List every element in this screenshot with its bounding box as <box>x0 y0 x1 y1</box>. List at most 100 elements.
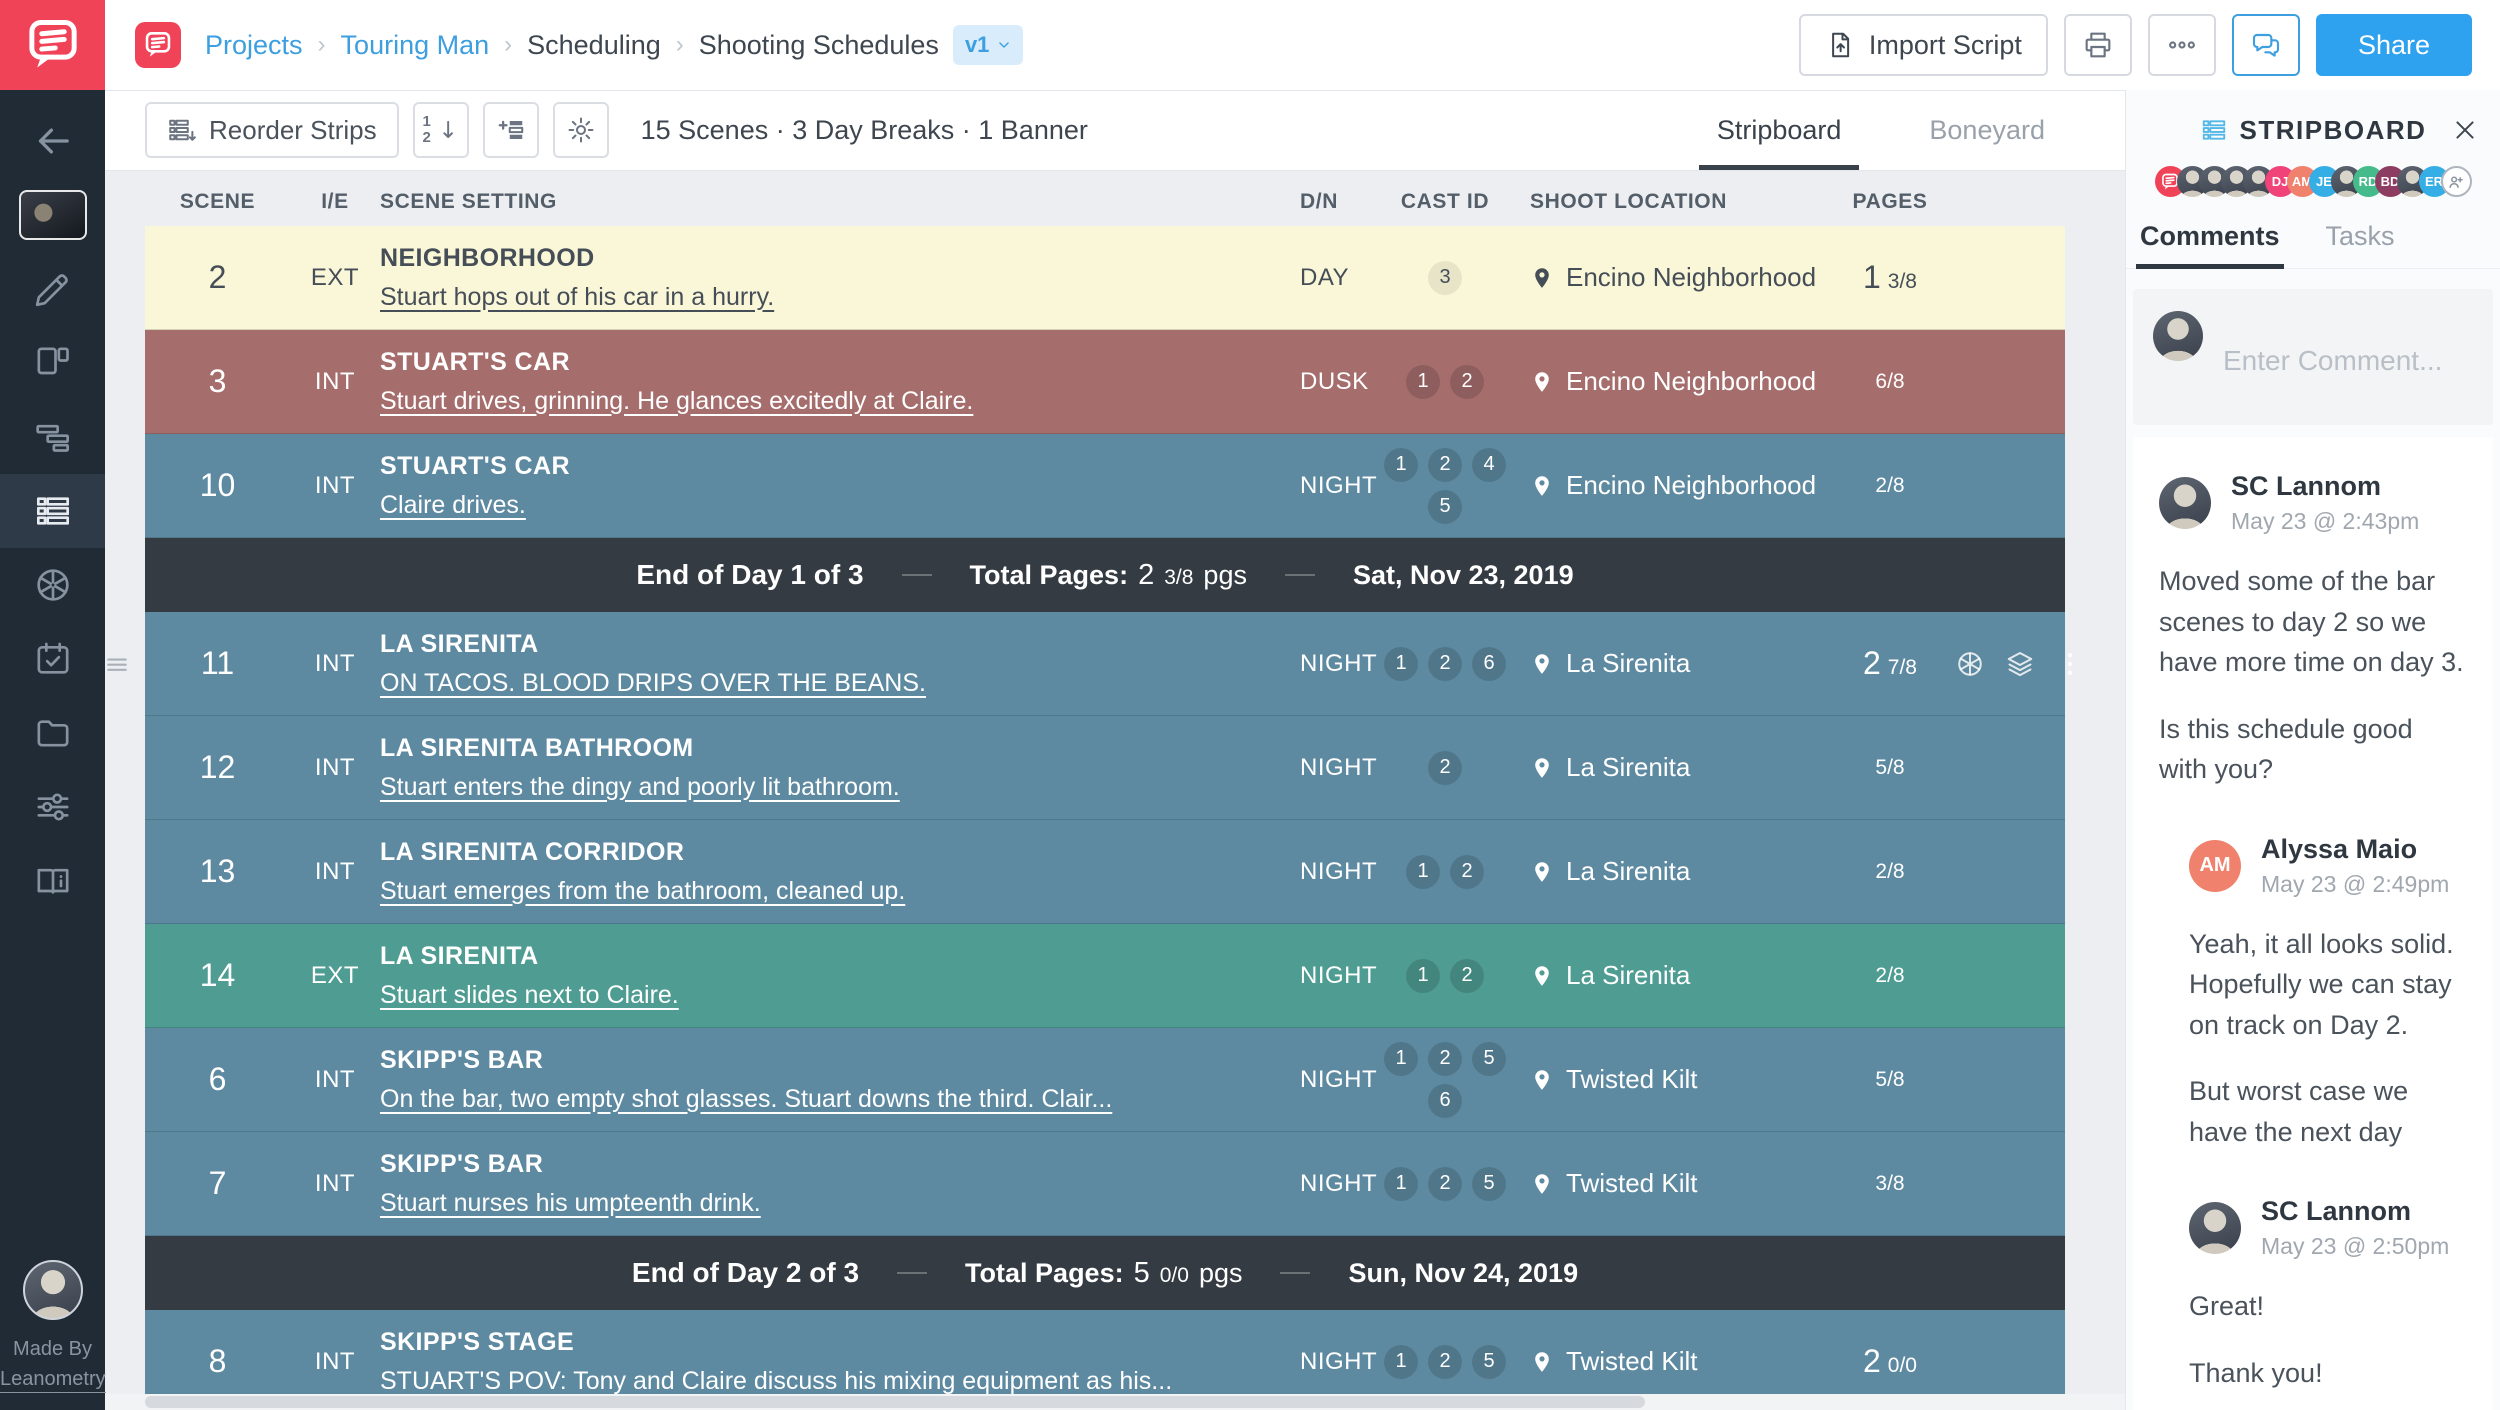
scene-strip-row[interactable]: 10INTSTUART'S CARClaire drives.NIGHT1245… <box>145 434 2065 538</box>
scene-int-ext: EXT <box>290 264 380 292</box>
reorder-strips-button[interactable]: Reorder Strips <box>145 102 399 158</box>
horizontal-scrollbar-thumb[interactable] <box>145 1396 1645 1408</box>
tab-stripboard[interactable]: Stripboard <box>1673 90 1886 170</box>
breadcrumb-item[interactable]: Scheduling <box>527 30 661 61</box>
stripboard-settings-button[interactable] <box>553 102 609 158</box>
comment-author-avatar <box>2189 1202 2241 1254</box>
cast-id-chip: 1 <box>1384 1042 1418 1076</box>
import-script-button[interactable]: Import Script <box>1799 14 2048 76</box>
drag-handle-icon[interactable] <box>105 650 131 678</box>
comment-paragraph: Yeah, it all looks solid. Hopefully we c… <box>2189 924 2467 1046</box>
shoot-location-name: La Sirenita <box>1566 960 1690 991</box>
scene-description-link[interactable]: Stuart drives, grinning. He glances exci… <box>380 387 973 416</box>
comment-input[interactable] <box>2221 311 2473 403</box>
cast-id-chip: 2 <box>1450 365 1484 399</box>
color-wheel-icon[interactable] <box>1955 649 1985 679</box>
column-header-scene-setting: SCENE SETTING <box>380 190 1255 214</box>
comment-body: Moved some of the bar scenes to day 2 so… <box>2159 561 2467 790</box>
scene-strip-row[interactable]: 2EXTNEIGHBORHOODStuart hops out of his c… <box>145 226 2065 330</box>
made-by-link[interactable]: Leanometry <box>0 1368 106 1393</box>
scene-day-night: NIGHT <box>1255 1170 1375 1198</box>
scene-strip-row[interactable]: 7INTSKIPP'S BARStuart nurses his umpteen… <box>145 1132 2065 1236</box>
app-logo[interactable] <box>0 0 105 90</box>
cast-id-cell: 125 <box>1375 1167 1515 1201</box>
comment: SC LannomMay 23 @ 2:43pm Moved some of th… <box>2159 471 2467 1393</box>
kebab-menu-icon[interactable] <box>2055 649 2085 679</box>
sidebar-item-stripboard[interactable] <box>0 474 105 548</box>
shoot-location-name: Encino Neighborhood <box>1566 470 1816 501</box>
pages-fraction: 6/8 <box>1875 370 1904 394</box>
scene-int-ext: INT <box>290 858 380 886</box>
sidebar-item-files[interactable] <box>0 696 105 770</box>
comment-reply: AMAlyssa MaioMay 23 @ 2:49pmYeah, it all… <box>2189 834 2467 1153</box>
sidebar-item-write[interactable] <box>0 252 105 326</box>
shoot-location-name: La Sirenita <box>1566 856 1690 887</box>
sidebar-item-reports[interactable] <box>0 844 105 918</box>
scene-description-link[interactable]: Stuart hops out of his car in a hurry. <box>380 283 774 312</box>
project-logo-badge[interactable] <box>135 22 181 68</box>
panel-tab-tasks[interactable]: Tasks <box>2322 221 2399 268</box>
panel-tab-comments[interactable]: Comments <box>2136 221 2284 268</box>
comment-author-avatar: AM <box>2189 840 2241 892</box>
breadcrumb-separator-icon: › <box>504 31 512 59</box>
pages-cell: 5/8 <box>1825 1068 1955 1092</box>
sort-button[interactable]: 12 <box>413 102 469 158</box>
comment-thread: SC LannomMay 23 @ 2:43pm Moved some of th… <box>2133 437 2493 1410</box>
scene-description-link[interactable]: Stuart emerges from the bathroom, cleane… <box>380 877 905 906</box>
comment-author-avatar <box>2159 477 2211 529</box>
comment-body: Great!Thank you! <box>2189 1286 2467 1393</box>
scene-description-link[interactable]: Claire drives. <box>380 491 526 520</box>
tab-boneyard[interactable]: Boneyard <box>1885 90 2089 170</box>
scene-description-link[interactable]: Stuart enters the dingy and poorly lit b… <box>380 773 900 802</box>
sidebar-item-camera[interactable] <box>0 548 105 622</box>
cast-id-chip: 1 <box>1406 855 1440 889</box>
scene-strip-row[interactable]: 12INTLA SIRENITA BATHROOMStuart enters t… <box>145 716 2065 820</box>
scene-day-night: NIGHT <box>1255 754 1375 782</box>
scene-description-link[interactable]: Stuart nurses his umpteenth drink. <box>380 1189 761 1218</box>
scene-description-link[interactable]: ON TACOS. BLOOD DRIPS OVER THE BEANS. <box>380 669 926 698</box>
day-break-title: End of Day 2 of 3 <box>632 1257 859 1289</box>
sidebar-item-settings[interactable] <box>0 770 105 844</box>
version-label: v1 <box>965 32 989 58</box>
cast-id-cell: 12 <box>1375 855 1515 889</box>
print-button[interactable] <box>2064 14 2132 76</box>
scene-strip-row[interactable]: 13INTLA SIRENITA CORRIDORStuart emerges … <box>145 820 2065 924</box>
scene-strip-row[interactable]: 14EXTLA SIRENITAStuart slides next to Cl… <box>145 924 2065 1028</box>
breadcrumb-item[interactable]: Touring Man <box>341 30 490 61</box>
scene-setting-cell: SKIPP'S BARStuart nurses his umpteenth d… <box>380 1150 1255 1218</box>
comments-toggle-button[interactable] <box>2232 14 2300 76</box>
more-options-button[interactable] <box>2148 14 2216 76</box>
cast-id-chip: 5 <box>1472 1167 1506 1201</box>
sidebar-item-back[interactable] <box>0 104 105 178</box>
sidebar-item-calendar[interactable] <box>0 622 105 696</box>
folder-icon <box>33 713 73 753</box>
scene-description-link[interactable]: STUART'S POV: Tony and Claire discuss hi… <box>380 1367 1172 1396</box>
sidebar-item-shot-lists[interactable] <box>0 400 105 474</box>
scene-description-link[interactable]: On the bar, two empty shot glasses. Stua… <box>380 1085 1112 1114</box>
invite-collaborator-button[interactable] <box>2441 166 2472 197</box>
user-avatar[interactable] <box>23 1260 83 1320</box>
breadcrumb-item[interactable]: Shooting Schedules <box>699 30 939 61</box>
cast-id-chip: 5 <box>1428 490 1462 524</box>
breadcrumb-item[interactable]: Projects <box>205 30 303 61</box>
comment-header: SC LannomMay 23 @ 2:43pm <box>2159 471 2467 535</box>
close-panel-button[interactable] <box>2452 117 2478 143</box>
chat-bubbles-icon <box>2250 29 2282 61</box>
sidebar-item-project-thumbnail[interactable] <box>0 178 105 252</box>
shoot-location-cell: Twisted Kilt <box>1515 1064 1825 1095</box>
brand-bubble-icon <box>144 31 172 59</box>
version-badge[interactable]: v1 <box>953 25 1023 65</box>
column-header-d-n: D/N <box>1255 190 1375 214</box>
scene-strip-row[interactable]: 6INTSKIPP'S BAROn the bar, two empty sho… <box>145 1028 2065 1132</box>
share-button[interactable]: Share <box>2316 14 2472 76</box>
add-strip-button[interactable] <box>483 102 539 158</box>
scene-description-link[interactable]: Stuart slides next to Claire. <box>380 981 679 1010</box>
cast-id-chip: 2 <box>1428 448 1462 482</box>
sidebar-item-screenplay[interactable] <box>0 326 105 400</box>
pages-fraction: 7/8 <box>1888 656 1917 680</box>
scene-int-ext: INT <box>290 368 380 396</box>
map-pin-icon <box>1530 858 1554 886</box>
layers-icon[interactable] <box>2005 649 2035 679</box>
scene-strip-row[interactable]: 11INTLA SIRENITAON TACOS. BLOOD DRIPS OV… <box>145 612 2065 716</box>
scene-strip-row[interactable]: 3INTSTUART'S CARStuart drives, grinning.… <box>145 330 2065 434</box>
